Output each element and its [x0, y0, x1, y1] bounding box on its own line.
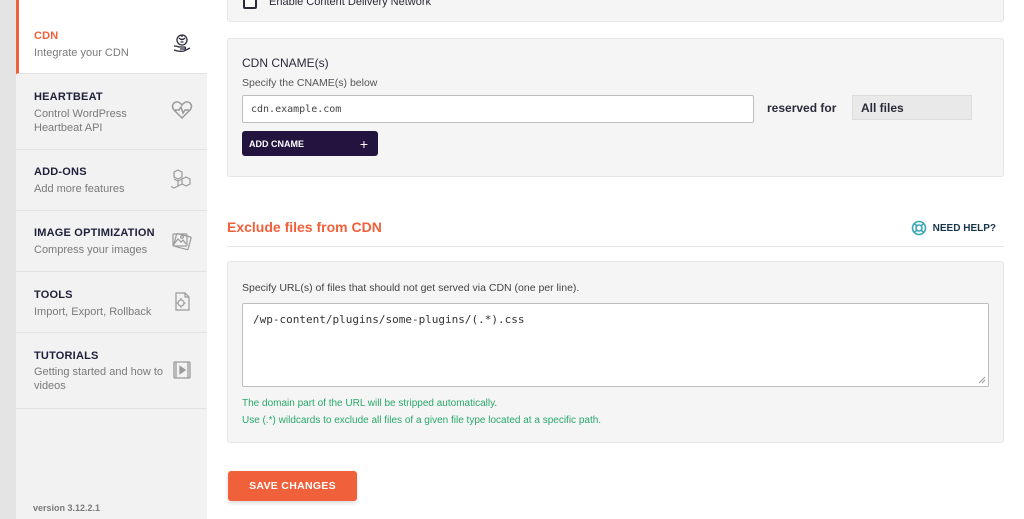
- sidebar-item-subtitle: Integrate your CDN: [34, 47, 129, 59]
- sidebar-item-subtitle: Control WordPress Heartbeat API: [34, 108, 127, 134]
- save-changes-button[interactable]: SAVE CHANGES: [228, 471, 357, 501]
- need-help-link[interactable]: NEED HELP?: [911, 220, 996, 236]
- add-cname-button[interactable]: ADD CNAME +: [242, 131, 378, 156]
- exclude-section-title: Exclude files from CDN: [227, 219, 382, 235]
- need-help-label: NEED HELP?: [932, 222, 996, 234]
- exclude-urls-value: /wp-content/plugins/some-plugins/(.*).cs…: [253, 313, 525, 326]
- hint-wildcards: Use (.*) wildcards to exclude all files …: [242, 415, 602, 426]
- sidebar-item-title: ADD-ONS: [34, 166, 87, 178]
- sidebar-item-subtitle: Getting started and how to videos: [34, 366, 164, 392]
- sidebar-item-subtitle: Add more features: [34, 183, 125, 195]
- sidebar-item-subtitle: Import, Export, Rollback: [34, 306, 152, 318]
- cname-placeholder: cdn.example.com: [251, 103, 342, 115]
- version-text: version 3.12.2.1: [33, 503, 101, 513]
- lifebuoy-icon: [911, 220, 927, 236]
- sidebar-item-title: HEARTBEAT: [34, 91, 103, 103]
- add-cname-label: ADD CNAME: [249, 138, 304, 149]
- sidebar-item-addons[interactable]: ADD-ONS Add more features: [16, 150, 207, 211]
- heartbeat-icon: [171, 99, 193, 121]
- cname-input[interactable]: cdn.example.com: [242, 95, 754, 123]
- left-gutter: [0, 0, 16, 519]
- resize-handle-icon[interactable]: [978, 376, 986, 384]
- reserved-for-value: All files: [861, 100, 904, 115]
- enable-cdn-checkbox[interactable]: [243, 0, 257, 9]
- sidebar-item-heartbeat[interactable]: HEARTBEAT Control WordPress Heartbeat AP…: [16, 74, 207, 150]
- sidebar-item-subtitle: Compress your images: [34, 244, 148, 256]
- sidebar-item-title: TOOLS: [34, 289, 73, 301]
- enable-cdn-label: Enable Content Delivery Network: [269, 0, 432, 8]
- exclude-description: Specify URL(s) of files that should not …: [242, 282, 580, 294]
- section-divider: [227, 246, 1004, 247]
- exclude-panel: Specify URL(s) of files that should not …: [227, 261, 1004, 443]
- tools-icon: [171, 291, 193, 313]
- addons-icon: [169, 168, 193, 190]
- cname-description: Specify the CNAME(s) below: [242, 77, 378, 89]
- sidebar-item-cdn[interactable]: CDN Integrate your CDN: [16, 0, 207, 74]
- sidebar-item-title: CDN: [34, 30, 59, 42]
- sidebar-item-image-optimization[interactable]: IMAGE OPTIMIZATION Compress your images: [16, 211, 207, 272]
- sidebar-item-tutorials[interactable]: TUTORIALS Getting started and how to vid…: [16, 333, 207, 409]
- sidebar-item-title: IMAGE OPTIMIZATION: [34, 227, 155, 239]
- cname-panel: CDN CNAME(s) Specify the CNAME(s) below …: [227, 38, 1004, 177]
- video-icon: [171, 359, 193, 381]
- plus-icon: +: [359, 135, 368, 152]
- main-content: Enable Content Delivery Network CDN CNAM…: [207, 0, 1024, 519]
- sidebar-item-title: TUTORIALS: [34, 350, 99, 362]
- cdn-icon: [171, 32, 193, 54]
- reserved-for-select[interactable]: All files: [852, 95, 972, 120]
- cname-title: CDN CNAME(s): [242, 56, 329, 70]
- hint-domain-stripped: The domain part of the URL will be strip…: [242, 398, 498, 409]
- reserved-for-label: reserved for: [767, 101, 837, 115]
- sidebar: CDN Integrate your CDN HEARTBEAT Control…: [16, 0, 207, 519]
- image-icon: [171, 230, 193, 252]
- enable-cdn-panel: Enable Content Delivery Network: [227, 0, 1004, 22]
- exclude-urls-textarea[interactable]: /wp-content/plugins/some-plugins/(.*).cs…: [242, 303, 989, 387]
- sidebar-item-tools[interactable]: TOOLS Import, Export, Rollback: [16, 272, 207, 333]
